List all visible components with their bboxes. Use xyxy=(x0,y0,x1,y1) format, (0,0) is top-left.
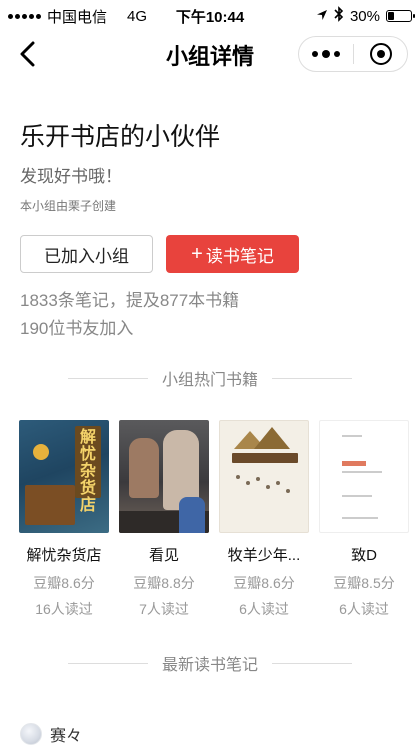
book-card[interactable]: 看见 豆瓣8.8分 7人读过 xyxy=(118,420,210,619)
hot-books-list: 解忧杂货店 解忧杂货店 豆瓣8.6分 16人读过 看见 豆瓣8.8分 7人读过 … xyxy=(0,420,420,620)
hot-books-heading-label: 小组热门书籍 xyxy=(161,372,258,389)
cover-title-text: 解忧杂货店 xyxy=(79,427,96,514)
note-username: 赛々 xyxy=(50,728,83,745)
add-reading-note-label: 读书笔记 xyxy=(205,246,274,266)
book-readers: 7人读过 xyxy=(139,601,189,617)
book-cover xyxy=(219,420,309,533)
book-readers: 6人读过 xyxy=(239,601,289,617)
latest-notes-heading: 最新读书笔记 xyxy=(0,651,420,675)
figure-graphic xyxy=(179,497,205,533)
target-circle-icon xyxy=(369,43,392,65)
more-button[interactable] xyxy=(299,37,353,71)
cover-line xyxy=(342,471,382,473)
notes-stats: 1833条笔记，提及877本书籍 xyxy=(20,291,240,310)
cover-accent xyxy=(342,461,366,466)
avatar xyxy=(20,723,42,745)
status-bar: 中国电信 4G 下午10:44 30% xyxy=(0,0,420,30)
members-stats: 190位书友加入 xyxy=(20,319,134,338)
group-creator: 本小组由栗子创建 xyxy=(20,199,117,213)
book-title: 看见 xyxy=(148,547,179,564)
cover-line xyxy=(342,495,372,497)
hot-books-heading: 小组热门书籍 xyxy=(0,366,420,390)
book-rating: 豆瓣8.5分 xyxy=(333,575,395,591)
battery-percent: 30% xyxy=(349,7,380,25)
book-readers: 6人读过 xyxy=(339,601,389,617)
book-title: 解忧杂货店 xyxy=(26,547,102,564)
book-card[interactable]: 解忧杂货店 解忧杂货店 豆瓣8.6分 16人读过 xyxy=(18,420,110,619)
book-rating: 豆瓣8.8分 xyxy=(133,575,195,591)
footprints-graphic xyxy=(232,471,298,501)
book-card[interactable]: 致D 豆瓣8.5分 6人读过 xyxy=(318,420,410,619)
divider xyxy=(67,662,148,664)
cover-title-strip xyxy=(232,453,298,463)
shelf-graphic xyxy=(25,485,75,525)
nav-bar: 小组详情 xyxy=(0,30,420,78)
group-title: 乐开书店的小伙伴 xyxy=(20,123,221,151)
book-title: 致D xyxy=(351,547,377,564)
divider xyxy=(272,377,352,379)
book-cover xyxy=(119,420,209,533)
cover-line xyxy=(342,435,362,437)
lamp-graphic xyxy=(33,444,49,460)
note-item[interactable]: 赛々 xyxy=(20,722,82,746)
book-rating: 豆瓣8.6分 xyxy=(33,575,95,591)
book-title: 牧羊少年... xyxy=(227,547,301,564)
bluetooth-icon xyxy=(334,6,344,26)
more-dots-icon xyxy=(312,50,340,58)
add-reading-note-button[interactable]: + 读书笔记 xyxy=(166,235,299,273)
mini-program-capsule xyxy=(298,36,408,72)
divider xyxy=(272,662,352,664)
group-description: 发现好书哦！ xyxy=(20,167,122,186)
book-rating: 豆瓣8.6分 xyxy=(233,575,295,591)
figure-graphic xyxy=(129,438,159,498)
plus-icon: + xyxy=(191,243,203,265)
close-mini-program-button[interactable] xyxy=(354,37,407,71)
book-card[interactable]: 牧羊少年... 豆瓣8.6分 6人读过 xyxy=(218,420,310,619)
book-readers: 16人读过 xyxy=(35,601,93,617)
joined-group-button[interactable]: 已加入小组 xyxy=(20,235,153,273)
book-cover: 解忧杂货店 xyxy=(19,420,109,533)
latest-notes-heading-label: 最新读书笔记 xyxy=(161,657,258,674)
location-icon xyxy=(316,8,328,25)
pyramid-graphic xyxy=(254,427,290,449)
joined-group-label: 已加入小组 xyxy=(44,246,129,266)
book-cover xyxy=(319,420,409,533)
divider xyxy=(67,377,148,379)
battery-icon xyxy=(386,10,415,22)
cover-line xyxy=(342,517,378,519)
